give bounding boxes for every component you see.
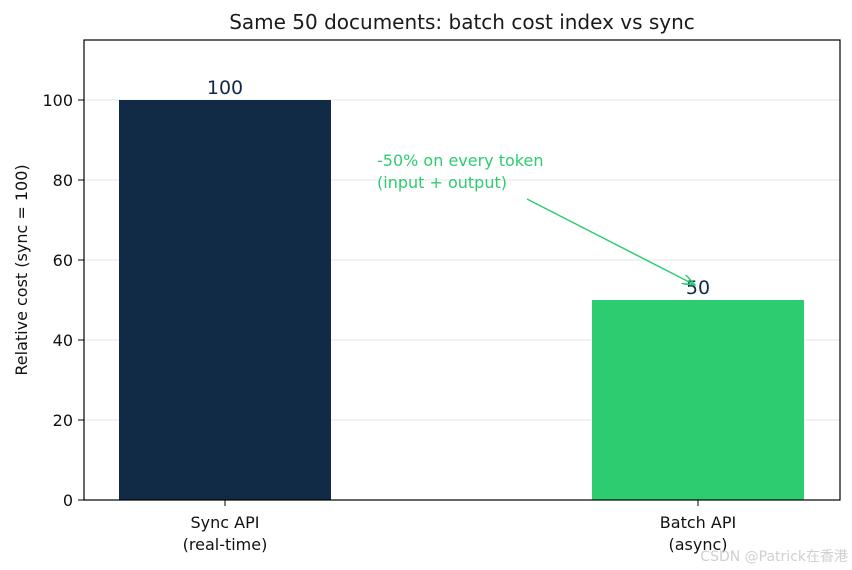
y-axis: 0 20 40 60 80 100	[42, 91, 84, 510]
annotation-text: (input + output)	[377, 173, 507, 192]
annotation: -50% on every token (input + output)	[377, 151, 695, 285]
bars: 100 50	[119, 77, 804, 500]
y-tick-label: 100	[42, 91, 73, 110]
x-tick-label: Batch API	[660, 513, 736, 532]
data-label: 50	[686, 277, 710, 299]
y-tick-label: 40	[53, 331, 73, 350]
y-axis-label: Relative cost (sync = 100)	[12, 164, 31, 375]
annotation-arrow	[526, 198, 695, 285]
x-axis: Sync API(real-time)Batch API(async)	[183, 500, 736, 554]
y-tick-label: 60	[53, 251, 73, 270]
y-tick-label: 0	[63, 491, 73, 510]
y-tick-label: 20	[53, 411, 73, 430]
watermark: CSDN @Patrick在香港	[700, 549, 848, 565]
x-tick-label: Sync API	[191, 513, 260, 532]
chart: Same 50 documents: batch cost index vs s…	[12, 10, 848, 565]
data-label: 100	[207, 77, 243, 99]
chart-title: Same 50 documents: batch cost index vs s…	[229, 10, 695, 34]
x-tick-label: (real-time)	[183, 535, 268, 554]
y-tick-label: 80	[53, 171, 73, 190]
bar	[119, 100, 331, 500]
bar	[592, 300, 804, 500]
annotation-text: -50% on every token	[377, 151, 543, 170]
